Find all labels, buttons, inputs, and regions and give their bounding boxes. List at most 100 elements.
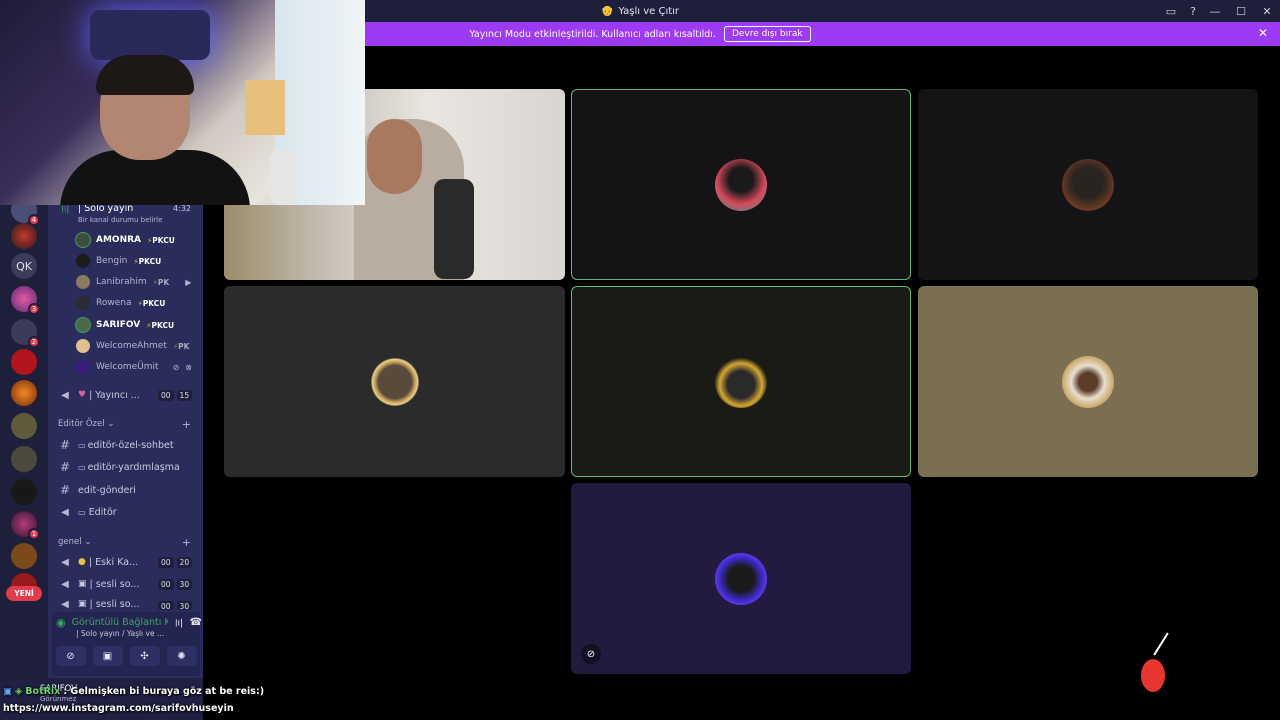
noise-suppression-icon[interactable]: 〣 <box>174 615 184 630</box>
minimize-button[interactable]: — <box>1202 5 1228 18</box>
member-name: Bengin <box>96 256 128 266</box>
close-banner-icon[interactable]: ✕ <box>1258 26 1268 40</box>
channel-name: editör-yardımlaşma <box>87 461 180 473</box>
video-tile-user-3[interactable] <box>918 89 1258 280</box>
heart-emoji-icon: ♥ <box>78 390 87 400</box>
text-channel[interactable]: # ▭ editör-özel-sohbet <box>48 437 203 453</box>
server-icon-qk[interactable]: QK <box>11 253 37 279</box>
user-avatar <box>368 355 421 408</box>
server-icon-avenue[interactable] <box>11 543 37 569</box>
badge-count: 3 <box>28 303 40 315</box>
member-row[interactable]: SARIFOV ⚡PKCU <box>75 317 175 333</box>
user-avatar <box>1062 355 1114 408</box>
window-controls: — ☐ ✕ <box>1202 0 1280 22</box>
voice-action-buttons: ⊘ ▣ ✣ ✺ <box>52 646 200 666</box>
help-icon[interactable]: ? <box>1190 5 1196 18</box>
add-channel-icon[interactable]: + <box>182 536 191 549</box>
inbox-icon[interactable]: ▭ <box>1166 5 1176 18</box>
server-icon-baron[interactable] <box>11 223 37 249</box>
soundboard-button[interactable]: ✺ <box>166 646 197 666</box>
streamer-webcam-overlay <box>0 0 365 205</box>
count-current: 00 <box>158 601 174 610</box>
server-icon-lr[interactable]: 2 <box>11 319 40 348</box>
video-tile-user-5[interactable] <box>571 286 911 477</box>
camera-person-head <box>367 119 422 194</box>
server-icon-dark[interactable] <box>11 479 37 505</box>
hash-icon: # <box>59 438 71 452</box>
signal-icon: ◉ <box>56 616 66 629</box>
server-icon-pink[interactable]: 1 <box>11 511 40 540</box>
member-name: Rowena <box>96 298 132 308</box>
add-channel-icon[interactable]: + <box>182 418 191 431</box>
voice-channel-editor[interactable]: ◀ ▭ Editör <box>48 504 203 520</box>
new-messages-pill[interactable]: YENİ <box>6 586 42 601</box>
video-tile-user-6[interactable] <box>918 286 1258 477</box>
video-tile-user-2[interactable] <box>571 89 911 280</box>
text-channel[interactable]: # ▭ editör-yardımlaşma <box>48 459 203 475</box>
text-channel[interactable]: # edit-gönderi <box>48 482 203 498</box>
channel-status-setter[interactable]: Bir kanal durumu belirle <box>78 216 162 224</box>
camera-off-button[interactable]: ⊘ <box>55 646 86 666</box>
server-icon-soldier[interactable] <box>11 413 37 439</box>
video-tile-user-7[interactable]: ⊘ <box>571 483 911 674</box>
chevron-down-icon: ⌄ <box>84 537 92 547</box>
member-name: AMONRA <box>96 235 141 245</box>
camera-icon: ▶ <box>185 277 192 287</box>
speaker-icon: ◀ <box>61 578 69 590</box>
close-window-button[interactable]: ✕ <box>1254 5 1280 18</box>
member-row[interactable]: Rowena ⚡PKCU <box>76 295 165 311</box>
emoji-icon: ▣ <box>78 579 87 589</box>
keyboard-emoji-icon: ▭ <box>78 440 86 450</box>
avatar <box>76 339 90 353</box>
speaker-icon: ◀ <box>61 556 69 568</box>
channel-name: editör-özel-sohbet <box>87 439 174 451</box>
voice-connection-title[interactable]: ◉ Görüntülü Bağlantı K 〣 ☎ <box>52 615 202 630</box>
server-icon-r[interactable] <box>11 349 37 375</box>
banner-text: Yayıncı Modu etkinleştirildi. Kullanıcı … <box>469 28 716 40</box>
category-general[interactable]: genel ⌄ <box>58 537 91 547</box>
member-name: WelcomeÜmit <box>96 362 159 372</box>
channel-name: Editör <box>88 506 117 518</box>
mic-muted-icon: ⊘ <box>172 362 180 372</box>
wall-poster <box>245 80 285 135</box>
activities-button[interactable]: ✣ <box>129 646 160 666</box>
chat-message: ▣ ◈ BotRix : Gelmişken bi buraya göz at … <box>3 686 264 697</box>
server-icon-2[interactable]: 3 <box>11 286 40 315</box>
streamer-hair <box>96 55 194 95</box>
channel-name: | Eski Ka... <box>88 556 139 568</box>
maximize-button[interactable]: ☐ <box>1228 5 1254 18</box>
tag-text: PKCU <box>138 256 162 266</box>
member-row[interactable]: WelcomeÜmit ⊘ ⊗ <box>76 359 192 375</box>
member-row[interactable]: AMONRA ⚡PKCU <box>75 232 175 248</box>
screen-share-button[interactable]: ▣ <box>92 646 123 666</box>
count-current: 00 <box>158 557 174 568</box>
camera-chair <box>434 179 474 279</box>
video-tile-user-4[interactable] <box>224 286 565 477</box>
server-icon-game[interactable] <box>11 446 37 472</box>
channel-name: edit-gönderi <box>78 484 136 496</box>
member-row[interactable]: Lanibrahim ⚡PK ▶ <box>76 274 191 290</box>
led-light <box>90 10 210 60</box>
count-current: 00 <box>158 390 174 401</box>
disable-streamer-mode-button[interactable]: Devre dışı bırak <box>723 26 811 42</box>
tag-text: PK <box>178 341 190 351</box>
category-editor[interactable]: Editör Özel ⌄ <box>58 419 114 429</box>
folder-emoji-icon: ▭ <box>78 462 86 472</box>
lamp <box>270 150 296 205</box>
channel-user-count: 00 20 <box>158 557 193 568</box>
chat-author: BotRix <box>25 686 61 697</box>
video-off-icon: ⊘ <box>581 644 601 664</box>
user-avatar <box>715 552 767 605</box>
server-icon-wolf[interactable] <box>11 380 37 406</box>
tag-text: PKCU <box>151 320 175 330</box>
bot-badge-icon: ▣ <box>3 686 12 697</box>
speaker-icon: ◀ <box>61 598 69 610</box>
channel-user-count: 00 30 <box>158 579 193 590</box>
member-tag: ⚡PKCU <box>137 299 165 308</box>
member-row[interactable]: WelcomeAhmet ⚡PK <box>76 338 189 354</box>
connection-status: Görüntülü Bağlantı K <box>71 617 168 628</box>
disconnect-icon[interactable]: ☎ <box>190 617 202 628</box>
tag-text: PKCU <box>152 235 175 245</box>
member-row[interactable]: Bengin ⚡PKCU <box>76 253 161 269</box>
channel-user-count: 00 15 <box>158 390 193 401</box>
